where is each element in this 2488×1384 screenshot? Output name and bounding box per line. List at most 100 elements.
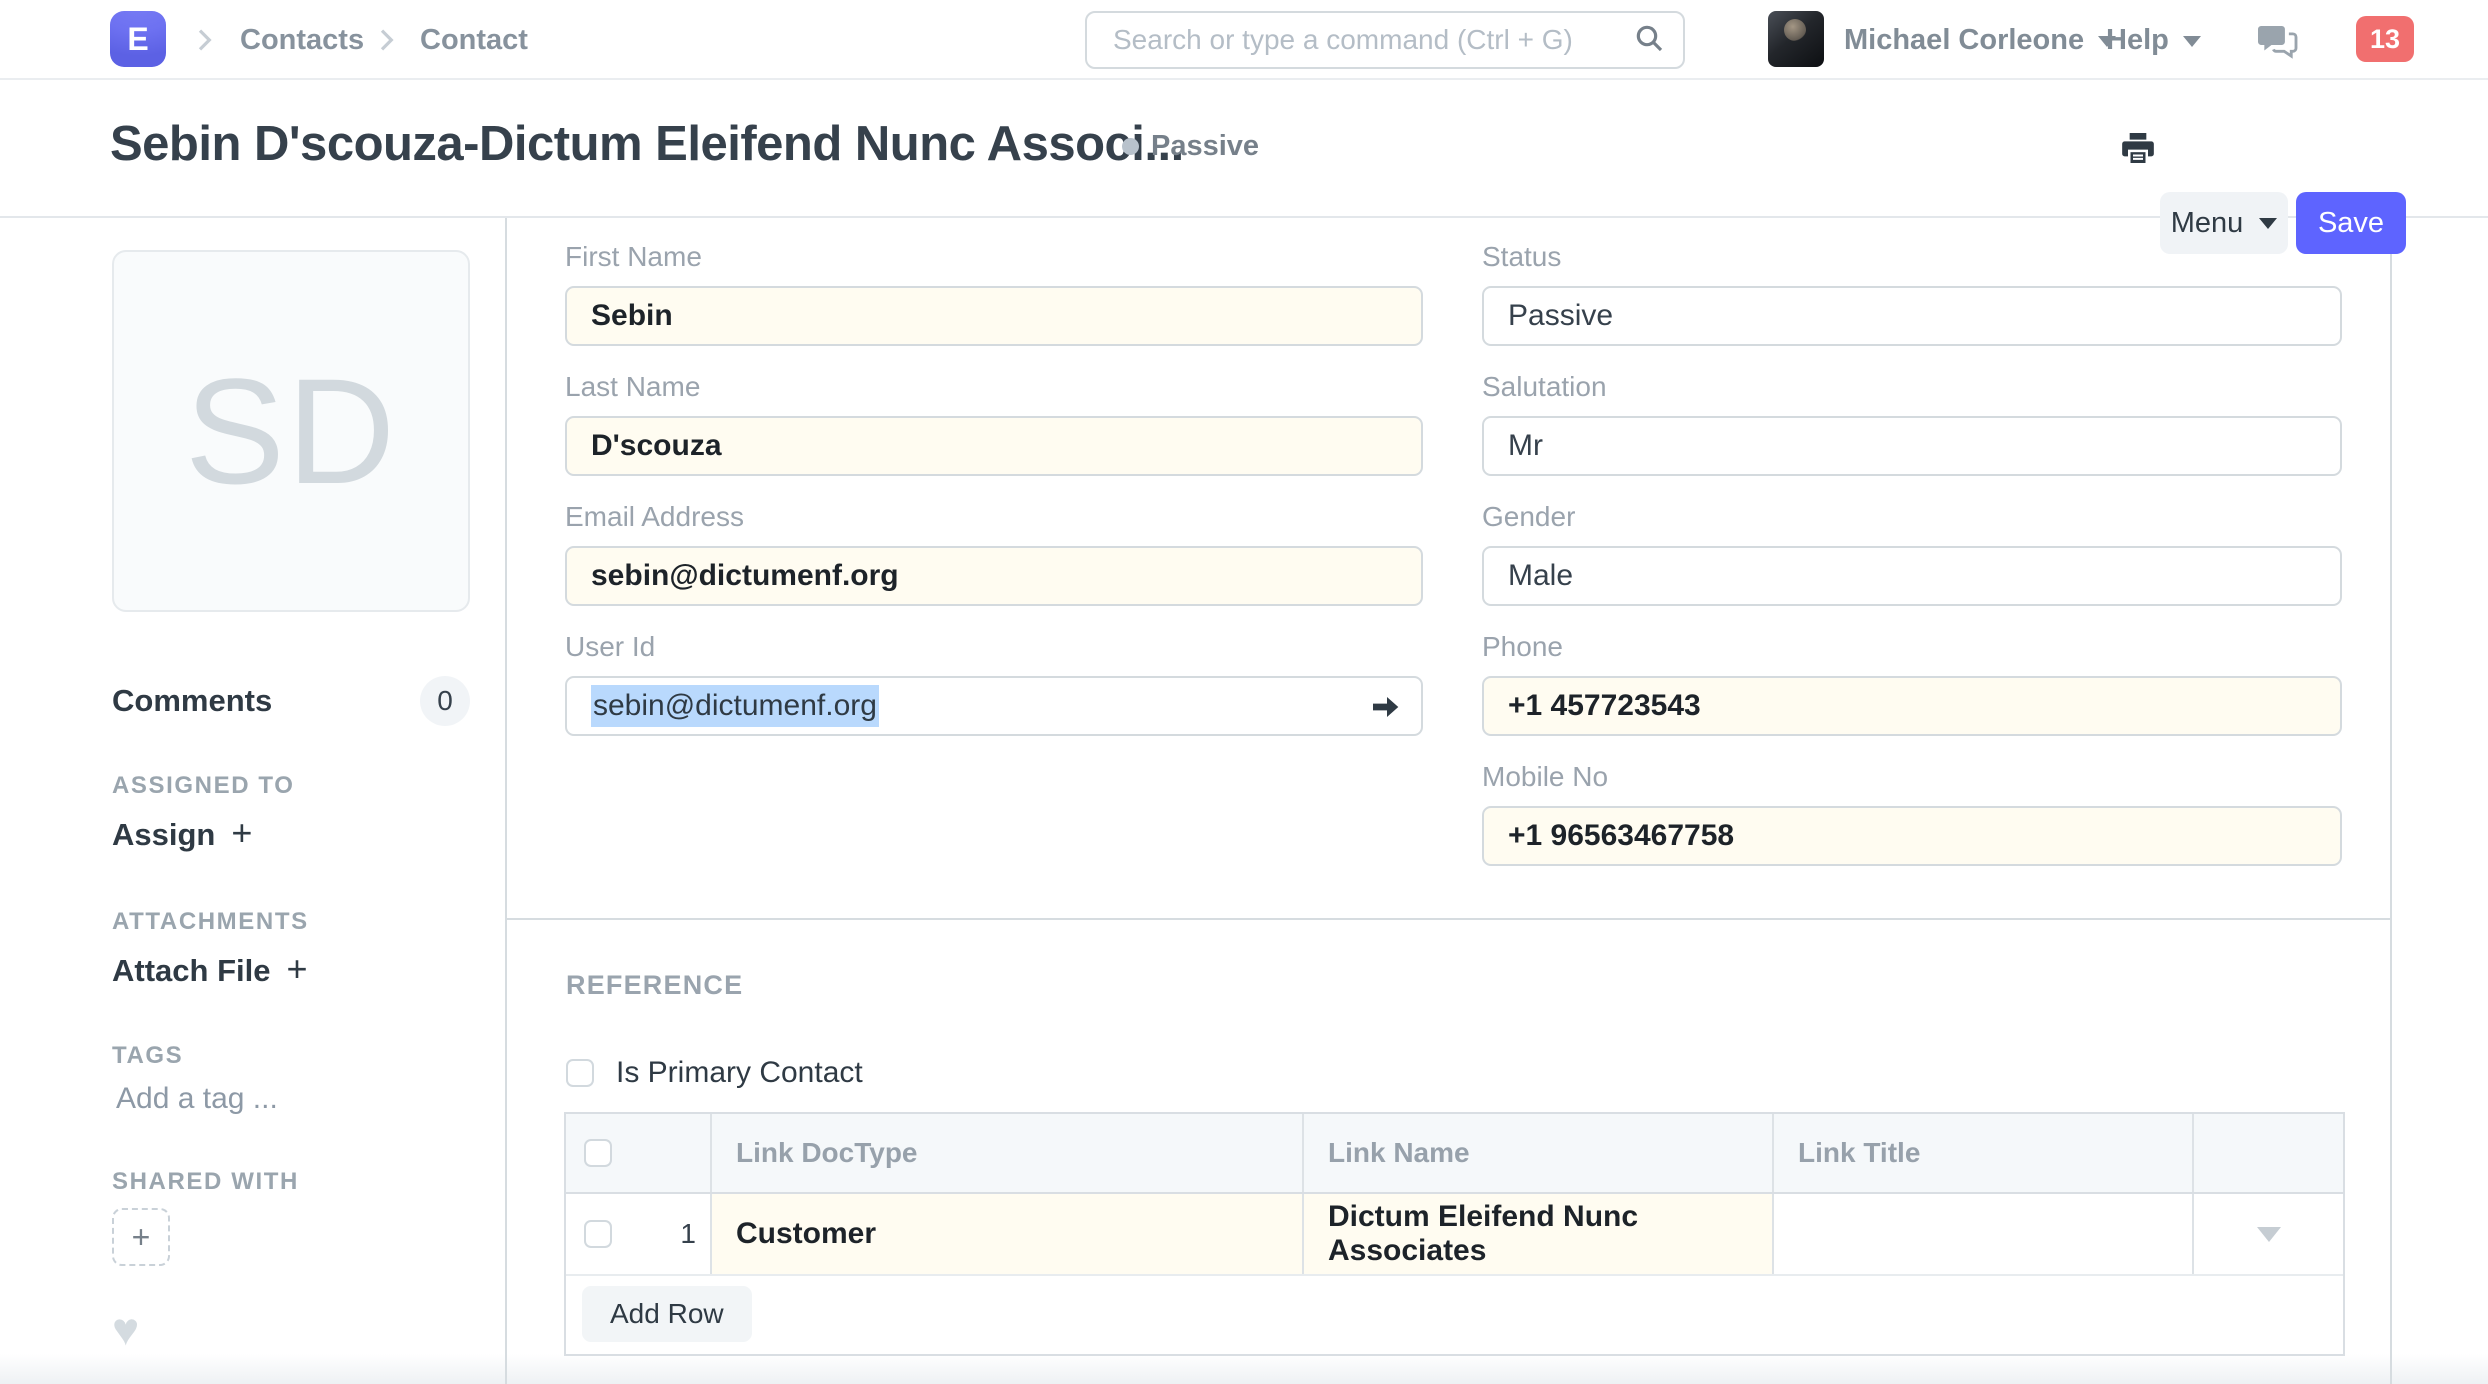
help-menu[interactable]: Help — [2106, 22, 2201, 58]
global-search[interactable] — [1085, 11, 1685, 69]
caret-down-icon — [2183, 36, 2201, 47]
status-dot-icon — [1122, 138, 1139, 155]
field-label: Mobile No — [1482, 760, 2342, 794]
field-label: Last Name — [565, 370, 1423, 404]
field-label: Phone — [1482, 630, 2342, 664]
app-logo[interactable]: E — [110, 11, 166, 67]
phone-input[interactable]: +1 457723543 — [1482, 676, 2342, 736]
field-first-name: First Name Sebin — [565, 240, 1423, 346]
mobile-no-input[interactable]: +1 96563467758 — [1482, 806, 2342, 866]
breadcrumb-contacts[interactable]: Contacts — [240, 22, 364, 58]
arrow-right-icon[interactable] — [1369, 691, 1401, 731]
user-name: Michael Corleone — [1844, 24, 2084, 56]
user-menu[interactable]: Michael Corleone — [1844, 22, 2116, 58]
app-logo-letter: E — [127, 21, 148, 58]
grid-header-link-title: Link Title — [1774, 1114, 2194, 1192]
first-name-value: Sebin — [591, 299, 673, 333]
assign-button[interactable]: Assign + — [112, 812, 252, 854]
email-address-input[interactable]: sebin@dictumenf.org — [565, 546, 1423, 606]
grid-header-link-name: Link Name — [1304, 1114, 1774, 1192]
add-share-button[interactable]: + — [112, 1208, 170, 1266]
grid-row-select-cell: 1 — [566, 1194, 712, 1274]
section-divider — [507, 918, 2390, 920]
plus-icon: + — [286, 948, 307, 989]
row-link-doctype-cell[interactable]: Customer — [712, 1194, 1304, 1274]
select-all-checkbox[interactable] — [584, 1139, 612, 1167]
page-head: Sebin D'scouza-Dictum Eleifend Nunc Asso… — [0, 80, 2488, 218]
row-index: 1 — [680, 1218, 696, 1250]
chevron-right-icon — [370, 24, 402, 56]
link-name-value: Dictum Eleifend Nunc Associates — [1328, 1200, 1748, 1268]
is-primary-contact-checkbox[interactable] — [566, 1059, 594, 1087]
salutation-value: Mr — [1508, 429, 1543, 463]
status-select[interactable]: Passive — [1482, 286, 2342, 346]
plus-icon: + — [231, 812, 252, 853]
field-user-id: User Id sebin@dictumenf.org — [565, 630, 1423, 736]
grid-header-row: Link DocType Link Name Link Title — [566, 1114, 2343, 1194]
field-gender: Gender Male — [1482, 500, 2342, 606]
reference-section-heading: REFERENCE — [566, 970, 743, 1001]
tags-heading: TAGS — [112, 1042, 183, 1070]
attachments-heading: ATTACHMENTS — [112, 908, 309, 936]
last-name-value: D'scouza — [591, 429, 722, 463]
like-heart-icon[interactable]: ♥ — [112, 1306, 139, 1352]
breadcrumb-contact[interactable]: Contact — [420, 22, 528, 58]
row-link-title-cell[interactable] — [1774, 1194, 2194, 1274]
field-last-name: Last Name D'scouza — [565, 370, 1423, 476]
caret-down-icon — [2257, 1227, 2281, 1242]
grid-footer: Add Row — [566, 1276, 2343, 1352]
is-primary-contact-label: Is Primary Contact — [616, 1056, 863, 1090]
plus-icon: + — [132, 1219, 151, 1256]
form-card-left-border — [505, 218, 507, 1384]
row-checkbox[interactable] — [584, 1220, 612, 1248]
comments-count-badge: 0 — [420, 676, 470, 726]
form-card-right-border — [2390, 218, 2392, 1384]
assign-label: Assign — [112, 817, 215, 852]
chat-icon[interactable] — [2256, 22, 2298, 65]
row-expand-cell[interactable] — [2194, 1194, 2343, 1274]
field-phone: Phone +1 457723543 — [1482, 630, 2342, 736]
email-address-value: sebin@dictumenf.org — [591, 559, 899, 593]
attach-file-button[interactable]: Attach File + — [112, 948, 308, 990]
gender-select[interactable]: Male — [1482, 546, 2342, 606]
comments-row[interactable]: Comments 0 — [112, 676, 470, 726]
last-name-input[interactable]: D'scouza — [565, 416, 1423, 476]
field-label: User Id — [565, 630, 1423, 664]
contact-image-placeholder[interactable]: SD — [112, 250, 470, 612]
print-icon[interactable] — [2118, 128, 2158, 173]
page-title: Sebin D'scouza-Dictum Eleifend Nunc Asso… — [110, 116, 1184, 172]
grid-header-action-cell — [2194, 1114, 2343, 1192]
field-label: Salutation — [1482, 370, 2342, 404]
add-row-button[interactable]: Add Row — [582, 1286, 752, 1342]
save-button-label: Save — [2318, 207, 2384, 240]
row-link-name-cell[interactable]: Dictum Eleifend Nunc Associates — [1304, 1194, 1774, 1274]
salutation-select[interactable]: Mr — [1482, 416, 2342, 476]
is-primary-contact-field: Is Primary Contact — [566, 1056, 863, 1090]
assigned-to-heading: ASSIGNED TO — [112, 772, 295, 800]
status-indicator: Passive — [1122, 130, 1259, 163]
user-avatar[interactable] — [1768, 11, 1824, 67]
save-button[interactable]: Save — [2296, 192, 2406, 254]
add-tag-input[interactable]: Add a tag ... — [116, 1082, 278, 1116]
shared-with-heading: SHARED WITH — [112, 1168, 299, 1196]
chevron-right-icon — [188, 24, 220, 56]
notifications-badge[interactable]: 13 — [2356, 16, 2414, 62]
status-value: Passive — [1508, 299, 1613, 333]
search-input[interactable] — [1111, 23, 1633, 57]
field-mobile-no: Mobile No +1 96563467758 — [1482, 760, 2342, 866]
field-label: First Name — [565, 240, 1423, 274]
grid-row-1: 1 Customer Dictum Eleifend Nunc Associat… — [566, 1194, 2343, 1276]
menu-button[interactable]: Menu — [2160, 192, 2288, 254]
field-status: Status Passive — [1482, 240, 2342, 346]
attach-file-label: Attach File — [112, 953, 270, 988]
field-label: Gender — [1482, 500, 2342, 534]
grid-header-link-doctype: Link DocType — [712, 1114, 1304, 1192]
user-id-input[interactable]: sebin@dictumenf.org — [565, 676, 1423, 736]
phone-value: +1 457723543 — [1508, 689, 1701, 723]
first-name-input[interactable]: Sebin — [565, 286, 1423, 346]
status-indicator-label: Passive — [1151, 130, 1259, 163]
gender-value: Male — [1508, 559, 1573, 593]
mobile-no-value: +1 96563467758 — [1508, 819, 1734, 853]
user-id-selected-text: sebin@dictumenf.org — [591, 685, 879, 727]
links-grid-table: Link DocType Link Name Link Title 1 Cust… — [564, 1112, 2345, 1356]
